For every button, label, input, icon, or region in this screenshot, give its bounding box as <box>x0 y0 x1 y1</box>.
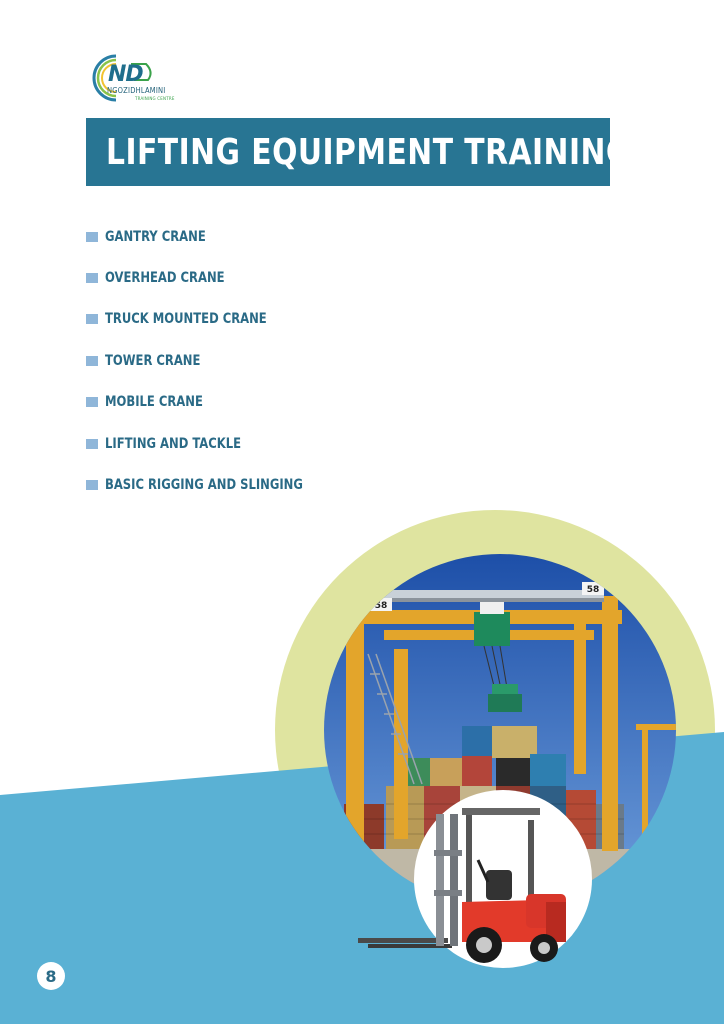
forklift-illustration <box>358 808 566 963</box>
brochure-page: ND NGOZIDHLAMINI TRAINING CENTRE LIFTING… <box>0 0 724 1024</box>
page-number: 8 <box>37 962 65 990</box>
forklift-photo <box>358 790 592 968</box>
crane-number-right: 58 <box>587 585 600 595</box>
